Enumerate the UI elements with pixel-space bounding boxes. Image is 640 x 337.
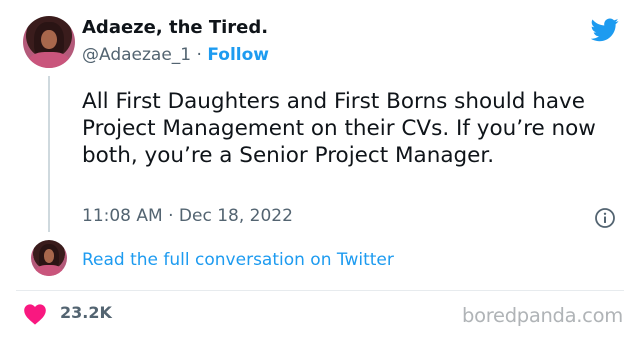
avatar-shirt <box>28 52 70 68</box>
heart-icon[interactable] <box>23 303 47 325</box>
tweet-timestamp[interactable]: 11:08 AM · Dec 18, 2022 <box>82 206 293 226</box>
avatar-shirt <box>34 265 64 276</box>
tweet-text: All First Daughters and First Borns shou… <box>82 89 596 168</box>
follow-button[interactable]: Follow <box>207 45 269 65</box>
separator-dot: · <box>196 45 202 65</box>
watermark: boredpanda.com <box>462 304 623 327</box>
reply-avatar[interactable] <box>31 240 67 276</box>
thread-line <box>48 76 50 232</box>
author-avatar[interactable] <box>23 16 75 68</box>
like-count[interactable]: 23.2K <box>60 303 112 322</box>
info-icon[interactable] <box>594 207 616 229</box>
divider <box>16 290 624 291</box>
avatar-face <box>41 29 57 50</box>
author-name[interactable]: Adaeze, the Tired. <box>82 17 268 38</box>
twitter-bird-icon[interactable] <box>591 18 619 42</box>
author-handle-row: @Adaezae_1 · Follow <box>82 45 269 65</box>
author-handle[interactable]: @Adaezae_1 <box>82 45 191 65</box>
read-conversation-link[interactable]: Read the full conversation on Twitter <box>82 250 394 270</box>
